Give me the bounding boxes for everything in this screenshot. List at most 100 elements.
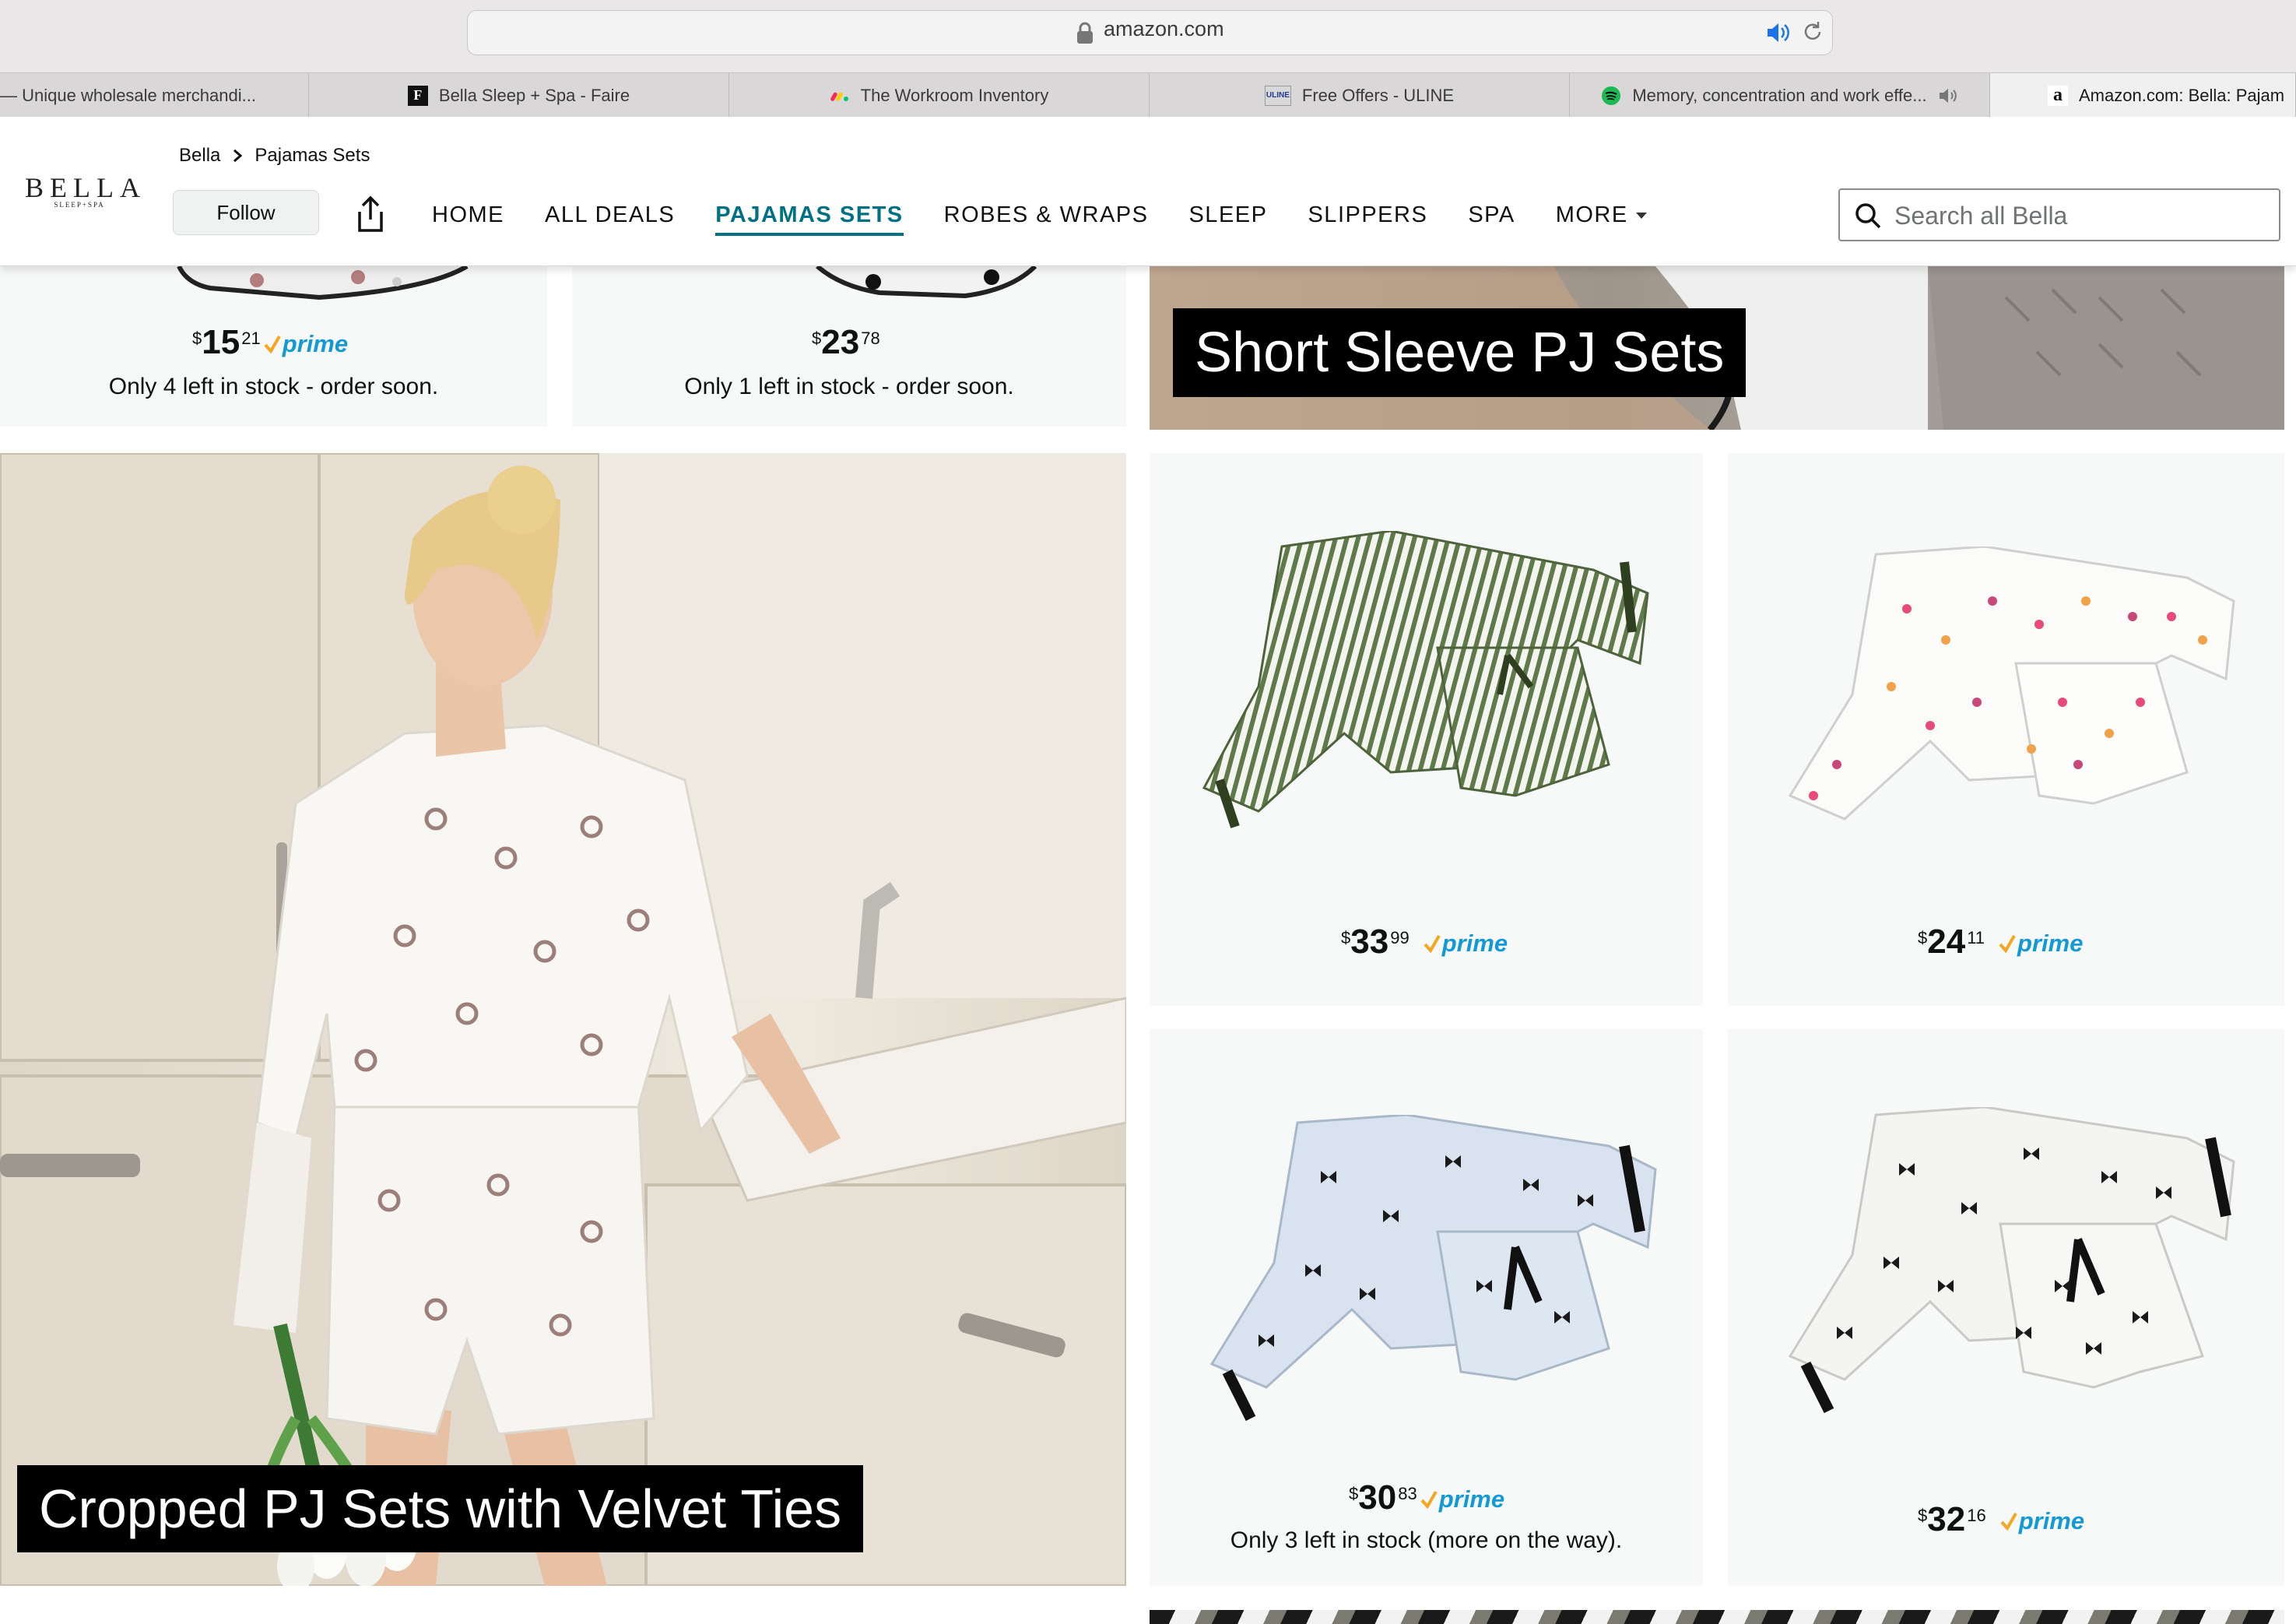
tab-spotify[interactable]: Memory, concentration and work effe... xyxy=(1570,73,1990,118)
follow-button[interactable]: Follow xyxy=(173,190,319,235)
nav-more[interactable]: MORE xyxy=(1556,202,1647,236)
tab-uline[interactable]: ULINE Free Offers - ULINE xyxy=(1150,73,1570,118)
prime-check-icon xyxy=(1999,934,2016,954)
prime-label: prime xyxy=(1441,930,1508,957)
faire-favicon-icon: F xyxy=(407,85,428,106)
prime-label: prime xyxy=(2018,1507,2085,1534)
price: $ 30 83 prime xyxy=(1349,1481,1504,1515)
price: $ 32 16 prime xyxy=(1918,1503,2084,1537)
prime-badge: prime xyxy=(1424,930,1508,958)
tab-label: Memory, concentration and work effe... xyxy=(1632,85,1927,105)
price-whole: 15 xyxy=(202,323,240,361)
price: $ 33 99 prime xyxy=(1341,925,1508,959)
next-banner-partial[interactable] xyxy=(1150,1610,2284,1624)
tab-workroom-inventory[interactable]: The Workroom Inventory xyxy=(729,73,1150,118)
tab-label: — Unique wholesale merchandi... xyxy=(0,85,256,105)
nav-sleep[interactable]: SLEEP xyxy=(1188,202,1267,236)
cropped-pj-banner[interactable]: Cropped PJ Sets with Velvet Ties xyxy=(0,453,1126,1586)
tab-label: Free Offers - ULINE xyxy=(1301,85,1455,105)
stock-message: Only 3 left in stock (more on the way). xyxy=(1230,1527,1623,1553)
tab-faire-wholesale[interactable]: — Unique wholesale merchandi... xyxy=(0,73,309,118)
nav-home[interactable]: HOME xyxy=(432,202,504,236)
speaker-icon[interactable] xyxy=(1765,21,1790,44)
price-fraction: 11 xyxy=(1967,928,1985,947)
price-top-1: $ 15 21 prime xyxy=(192,325,348,360)
price-fraction: 83 xyxy=(1398,1484,1417,1503)
price-currency: $ xyxy=(1918,928,1928,947)
tab-audio-icon[interactable] xyxy=(1938,87,1958,104)
store-search[interactable] xyxy=(1838,188,2280,241)
nav-all-deals[interactable]: ALL DEALS xyxy=(545,202,675,236)
short-sleeve-banner[interactable]: Short Sleeve PJ Sets xyxy=(1150,266,2284,430)
browser-chrome: amazon.com — Unique wholesale merchandi.… xyxy=(0,0,2296,118)
price-currency: $ xyxy=(1349,1484,1359,1503)
reload-icon[interactable] xyxy=(1801,20,1824,44)
tab-amazon-bella[interactable]: a Amazon.com: Bella: Pajam xyxy=(1990,73,2296,118)
price-currency: $ xyxy=(1918,1506,1928,1525)
price-fraction: 21 xyxy=(241,329,261,348)
prime-badge: prime xyxy=(264,330,348,358)
nav-robes-wraps[interactable]: ROBES & WRAPS xyxy=(944,202,1149,236)
product-image-partial xyxy=(177,266,469,301)
share-icon[interactable] xyxy=(353,195,388,234)
price-whole: 30 xyxy=(1358,1478,1397,1517)
price-fraction: 16 xyxy=(1967,1506,1986,1525)
tab-bella-faire[interactable]: F Bella Sleep + Spa - Faire xyxy=(309,73,729,118)
tab-label: Bella Sleep + Spa - Faire xyxy=(438,85,630,105)
product-image-green-stripe xyxy=(1202,531,1649,828)
price-currency: $ xyxy=(1341,928,1351,947)
search-input[interactable] xyxy=(1894,196,2268,235)
prime-label: prime xyxy=(2017,930,2084,957)
caret-down-icon xyxy=(1635,213,1647,220)
banner-label-cropped: Cropped PJ Sets with Velvet Ties xyxy=(17,1465,864,1552)
store-nav: HOME ALL DEALS PAJAMAS SETS ROBES & WRAP… xyxy=(432,202,1647,236)
monday-icon xyxy=(830,92,848,101)
prime-badge: prime xyxy=(1420,1485,1504,1513)
product-image-polka-dot xyxy=(1788,547,2235,821)
amazon-favicon-icon: a xyxy=(2048,85,2068,106)
store-header: BELLA SLEEP+SPA Bella Pajamas Sets Follo… xyxy=(0,117,2296,266)
tab-strip: — Unique wholesale merchandi... F Bella … xyxy=(0,72,2296,118)
nav-pajamas-sets[interactable]: PAJAMAS SETS xyxy=(715,202,904,236)
price: $ 24 11 prime xyxy=(1918,925,2083,959)
product-image-white-bow xyxy=(1788,1107,2235,1414)
breadcrumb-item-pajamas-sets[interactable]: Pajamas Sets xyxy=(255,145,370,167)
uline-favicon-icon: ULINE xyxy=(1264,85,1291,106)
banner-photo xyxy=(0,453,1126,1586)
price-currency: $ xyxy=(192,329,202,348)
product-card-blue-bow[interactable]: $ 30 83 prime Only 3 left in stock (more… xyxy=(1150,1029,1703,1586)
prime-badge: prime xyxy=(1999,930,2083,958)
product-card-green-stripe[interactable]: $ 33 99 prime xyxy=(1150,453,1703,1006)
product-image-partial xyxy=(816,266,1037,299)
brand-logo[interactable]: BELLA SLEEP+SPA xyxy=(25,171,146,218)
breadcrumb-item-bella[interactable]: Bella xyxy=(179,145,220,167)
prime-label: prime xyxy=(282,330,349,357)
price-whole: 33 xyxy=(1350,923,1389,961)
tab-label: Amazon.com: Bella: Pajam xyxy=(2079,85,2285,105)
logo-text: BELLA xyxy=(25,172,146,203)
stock-message: Only 4 left in stock - order soon. xyxy=(108,374,439,399)
price-top-2: $ 23 78 xyxy=(812,325,880,360)
product-card-white-bow[interactable]: $ 32 16 prime xyxy=(1728,1029,2284,1586)
prime-check-icon xyxy=(2000,1512,2017,1531)
price-whole: 32 xyxy=(1927,1500,1966,1538)
product-image-blue-bow xyxy=(1209,1115,1657,1422)
url-text[interactable]: amazon.com xyxy=(1104,17,1224,41)
stock-message: Only 1 left in stock - order soon. xyxy=(684,374,1014,399)
price-whole: 23 xyxy=(821,323,860,361)
price-whole: 24 xyxy=(1927,923,1966,961)
product-card-polka-dot[interactable]: $ 24 11 prime xyxy=(1728,453,2284,1006)
price-fraction: 78 xyxy=(861,329,880,348)
banner-label-short-sleeve: Short Sleeve PJ Sets xyxy=(1173,308,1747,397)
search-icon xyxy=(1855,203,1881,229)
breadcrumb: Bella Pajamas Sets xyxy=(179,145,370,167)
prime-check-icon xyxy=(1420,1490,1438,1510)
nav-slippers[interactable]: SLIPPERS xyxy=(1308,202,1427,236)
prime-check-icon xyxy=(1424,934,1441,954)
chevron-right-icon xyxy=(233,149,243,163)
prime-badge: prime xyxy=(2000,1507,2084,1535)
tab-label: The Workroom Inventory xyxy=(860,85,1049,105)
nav-spa[interactable]: SPA xyxy=(1468,202,1515,236)
spotify-icon xyxy=(1602,86,1621,105)
prime-label: prime xyxy=(1438,1485,1505,1513)
